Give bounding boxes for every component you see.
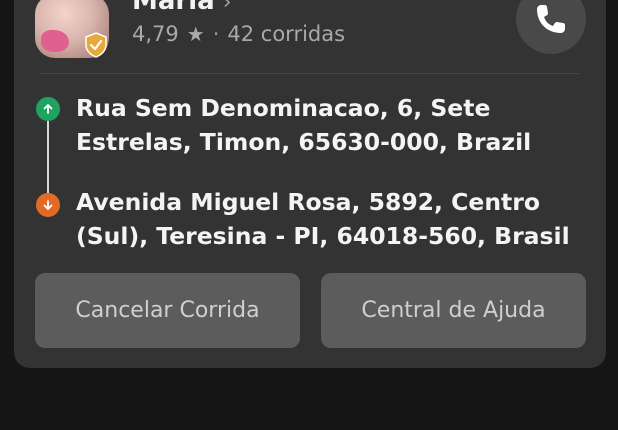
- card-divider: [40, 73, 580, 74]
- driver-rating: 4,79: [132, 22, 179, 46]
- origin-address: Rua Sem Denominacao, 6, Sete Estrelas, T…: [76, 94, 532, 156]
- driver-rating-row: 4,79 ★ · 42 corridas: [132, 22, 345, 46]
- driver-name-link[interactable]: Maria ›: [132, 0, 232, 16]
- chevron-right-icon: ›: [222, 0, 232, 15]
- phone-icon: [537, 5, 565, 33]
- route-line: [47, 121, 49, 193]
- destination-address: Avenida Miguel Rosa, 5892, Centro (Sul),…: [76, 188, 570, 250]
- arrow-down-icon: [43, 200, 53, 210]
- avatar-detail: [41, 30, 69, 52]
- origin-marker: [36, 97, 60, 121]
- driver-rides-count: 42 corridas: [227, 22, 346, 46]
- star-icon: ★: [186, 22, 205, 46]
- separator-dot: ·: [212, 22, 220, 46]
- arrow-up-icon: [43, 104, 53, 114]
- help-center-button[interactable]: Central de Ajuda: [321, 273, 586, 348]
- driver-name: Maria: [132, 0, 215, 16]
- verified-badge-icon: [84, 32, 108, 58]
- cancel-ride-button[interactable]: Cancelar Corrida: [35, 273, 300, 348]
- destination-marker: [36, 193, 60, 217]
